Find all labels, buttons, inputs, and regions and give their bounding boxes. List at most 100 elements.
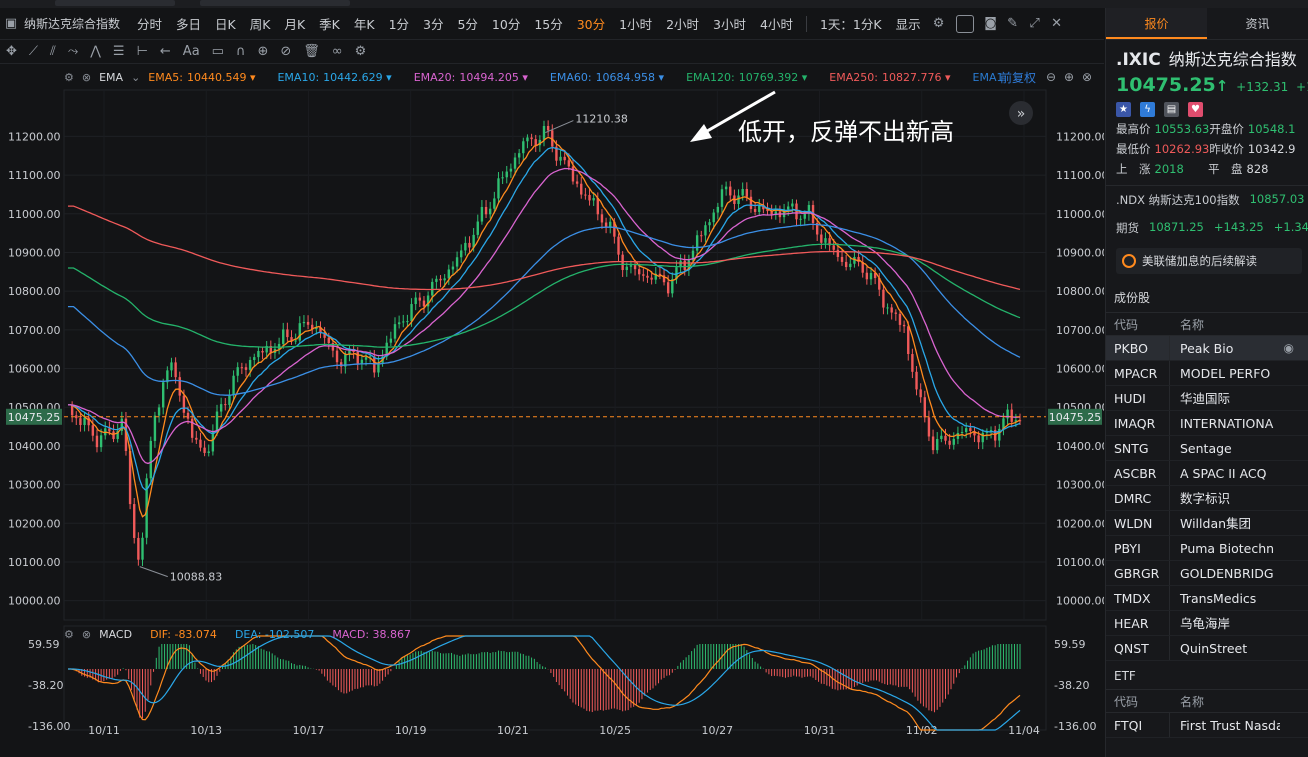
table-row[interactable]: TMDX TransMedics <box>1106 586 1308 611</box>
period-5[interactable]: 季K <box>319 14 340 33</box>
col-code[interactable]: 代码 <box>1106 690 1170 712</box>
period-7[interactable]: 1分 <box>389 14 409 33</box>
fullscreen-icon[interactable]: ⤢ <box>1024 16 1046 31</box>
futures-row[interactable]: 期货 10871.25 +143.25 +1.34% <box>1106 214 1308 242</box>
pen-icon[interactable]: ✎ <box>1002 16 1024 31</box>
col-code[interactable]: 代码 <box>1106 313 1170 335</box>
plus-icon[interactable]: ⊕ <box>1064 70 1074 84</box>
period-1[interactable]: 多日 <box>176 14 201 33</box>
eye-icon[interactable]: ◉ <box>1284 336 1294 360</box>
index-title[interactable]: 纳斯达克综合指数 <box>24 15 120 32</box>
chevron-down-icon[interactable]: ⌄ <box>131 71 140 84</box>
channel-tool-icon[interactable]: ⫽ <box>50 44 56 59</box>
ema-item[interactable]: EMA250: 10827.776 ▾ <box>829 71 950 84</box>
table-row[interactable]: HUDI 华迪国际 <box>1106 386 1308 411</box>
table-row[interactable]: HEAR 乌龟海岸 <box>1106 611 1308 636</box>
trash-icon[interactable]: 🗑 <box>303 44 320 59</box>
note-tool-icon[interactable]: ▭ <box>212 44 224 59</box>
heart-icon[interactable]: ♥ <box>1188 102 1203 117</box>
table-row[interactable]: FTQI First Trust Nasdac <box>1106 713 1308 738</box>
candle-body <box>803 213 806 219</box>
ema-label[interactable]: EMA <box>99 71 123 84</box>
period-16[interactable]: 4小时 <box>760 14 793 33</box>
magnet-icon[interactable]: ∩ <box>236 44 246 59</box>
ndx-row[interactable]: .NDX 纳斯达克100指数 10857.03 <box>1106 186 1308 214</box>
move-icon[interactable]: ✥ <box>6 44 17 59</box>
close-icon[interactable]: ⊗ <box>82 71 91 84</box>
lightning-icon[interactable]: ϟ <box>1140 102 1155 117</box>
table-row[interactable]: GBRGR GOLDENBRIDG <box>1106 561 1308 586</box>
range-selector[interactable]: 1天：1分K <box>820 14 882 33</box>
table-row[interactable]: IMAQR INTERNATIONA <box>1106 411 1308 436</box>
calendar-icon[interactable]: ▤ <box>1164 102 1179 117</box>
close-icon[interactable]: ✕ <box>1046 16 1068 31</box>
candle-body <box>162 382 165 408</box>
tab-news[interactable]: 资讯 <box>1207 8 1308 39</box>
hide-icon[interactable]: ⊘ <box>280 44 291 59</box>
table-row[interactable]: SNTG Sentage <box>1106 436 1308 461</box>
window-tab[interactable] <box>200 0 350 6</box>
period-14[interactable]: 2小时 <box>666 14 699 33</box>
text-tool-icon[interactable]: Aa <box>183 44 200 59</box>
period-11[interactable]: 15分 <box>534 14 562 33</box>
period-3[interactable]: 周K <box>250 14 271 33</box>
window-tab[interactable] <box>55 0 175 6</box>
close-icon[interactable]: ⊗ <box>82 628 91 641</box>
row-name: 乌龟海岸 <box>1180 616 1231 631</box>
table-row[interactable]: MPACR MODEL PERFO <box>1106 361 1308 386</box>
period-12[interactable]: 30分 <box>577 14 605 33</box>
gear-icon[interactable]: ⚙ <box>64 71 74 84</box>
wave-tool-icon[interactable]: ⋀ <box>90 44 101 59</box>
line-tool-icon[interactable]: ⟋ <box>29 44 38 59</box>
period-2[interactable]: 日K <box>215 14 236 33</box>
macd-label[interactable]: MACD <box>99 628 132 641</box>
ema-item[interactable]: EMA120: 10769.392 ▾ <box>686 71 807 84</box>
table-row[interactable]: ASCBR A SPAC II ACQ <box>1106 461 1308 486</box>
lock-icon[interactable]: ⊕ <box>257 44 268 59</box>
period-10[interactable]: 10分 <box>492 14 520 33</box>
arrow-tool-icon[interactable]: ← <box>160 44 171 59</box>
y-tick-label-right: 10600.00 <box>1056 363 1104 376</box>
candlestick-chart[interactable]: 10000.00 10000.00 10100.00 10100.00 10200.00… <box>0 86 1104 757</box>
table-row[interactable]: DMRC 数字标识 <box>1106 486 1308 511</box>
col-name[interactable]: 名称 <box>1170 690 1204 712</box>
period-4[interactable]: 月K <box>284 14 305 33</box>
period-0[interactable]: 分时 <box>137 14 162 33</box>
gear-icon[interactable]: ⚙ <box>928 16 950 31</box>
gear-icon[interactable]: ⚙ <box>64 628 74 641</box>
ray-tool-icon[interactable]: ⤳ <box>68 44 78 59</box>
camera-icon[interactable]: ◙ <box>980 16 1002 31</box>
news-banner[interactable]: 美联储加息的后续解读 <box>1116 248 1302 274</box>
table-row[interactable]: WLDN Willdan集团 <box>1106 511 1308 536</box>
period-6[interactable]: 年K <box>354 14 375 33</box>
ema-item[interactable]: EMA10: 10442.629 ▾ <box>277 71 391 84</box>
period-9[interactable]: 5分 <box>457 14 477 33</box>
minus-icon[interactable]: ⊖ <box>1046 70 1056 84</box>
expand-icon[interactable]: » <box>1017 106 1026 122</box>
ema-item[interactable]: EMA5: 10440.549 ▾ <box>148 71 255 84</box>
adjust-mode[interactable]: 前复权 <box>1000 69 1036 86</box>
ema-item-label: EMA60: <box>549 70 592 84</box>
candle-body <box>716 206 720 213</box>
layout-icon[interactable] <box>955 14 974 33</box>
candle-body <box>422 300 426 307</box>
period-8[interactable]: 3分 <box>423 14 443 33</box>
close-icon[interactable]: ⊗ <box>1082 70 1092 84</box>
tab-quote[interactable]: 报价 <box>1106 8 1207 39</box>
panel-tabs: 报价 资讯 <box>1106 8 1308 40</box>
period-13[interactable]: 1小时 <box>619 14 652 33</box>
table-row[interactable]: PKBO Peak Bio ◉ <box>1106 336 1308 361</box>
table-row[interactable]: PBYI Puma Biotechn <box>1106 536 1308 561</box>
settings-icon[interactable]: ⚙ <box>355 44 367 59</box>
ema-item[interactable]: EMA60: 10684.958 ▾ <box>550 71 664 84</box>
period-15[interactable]: 3小时 <box>713 14 746 33</box>
range-tool-icon[interactable]: ⊢ <box>137 44 148 59</box>
ema-item[interactable]: EMA20: 10494.205 ▾ <box>414 71 528 84</box>
candle-body <box>327 337 330 344</box>
display-menu[interactable]: 显示 <box>896 14 921 33</box>
window-icon[interactable]: ▣ <box>0 16 22 31</box>
fib-tool-icon[interactable]: ☰ <box>113 44 125 59</box>
link-icon[interactable]: ∞ <box>332 44 343 59</box>
col-name[interactable]: 名称 <box>1170 313 1204 335</box>
table-row[interactable]: QNST QuinStreet <box>1106 636 1308 661</box>
